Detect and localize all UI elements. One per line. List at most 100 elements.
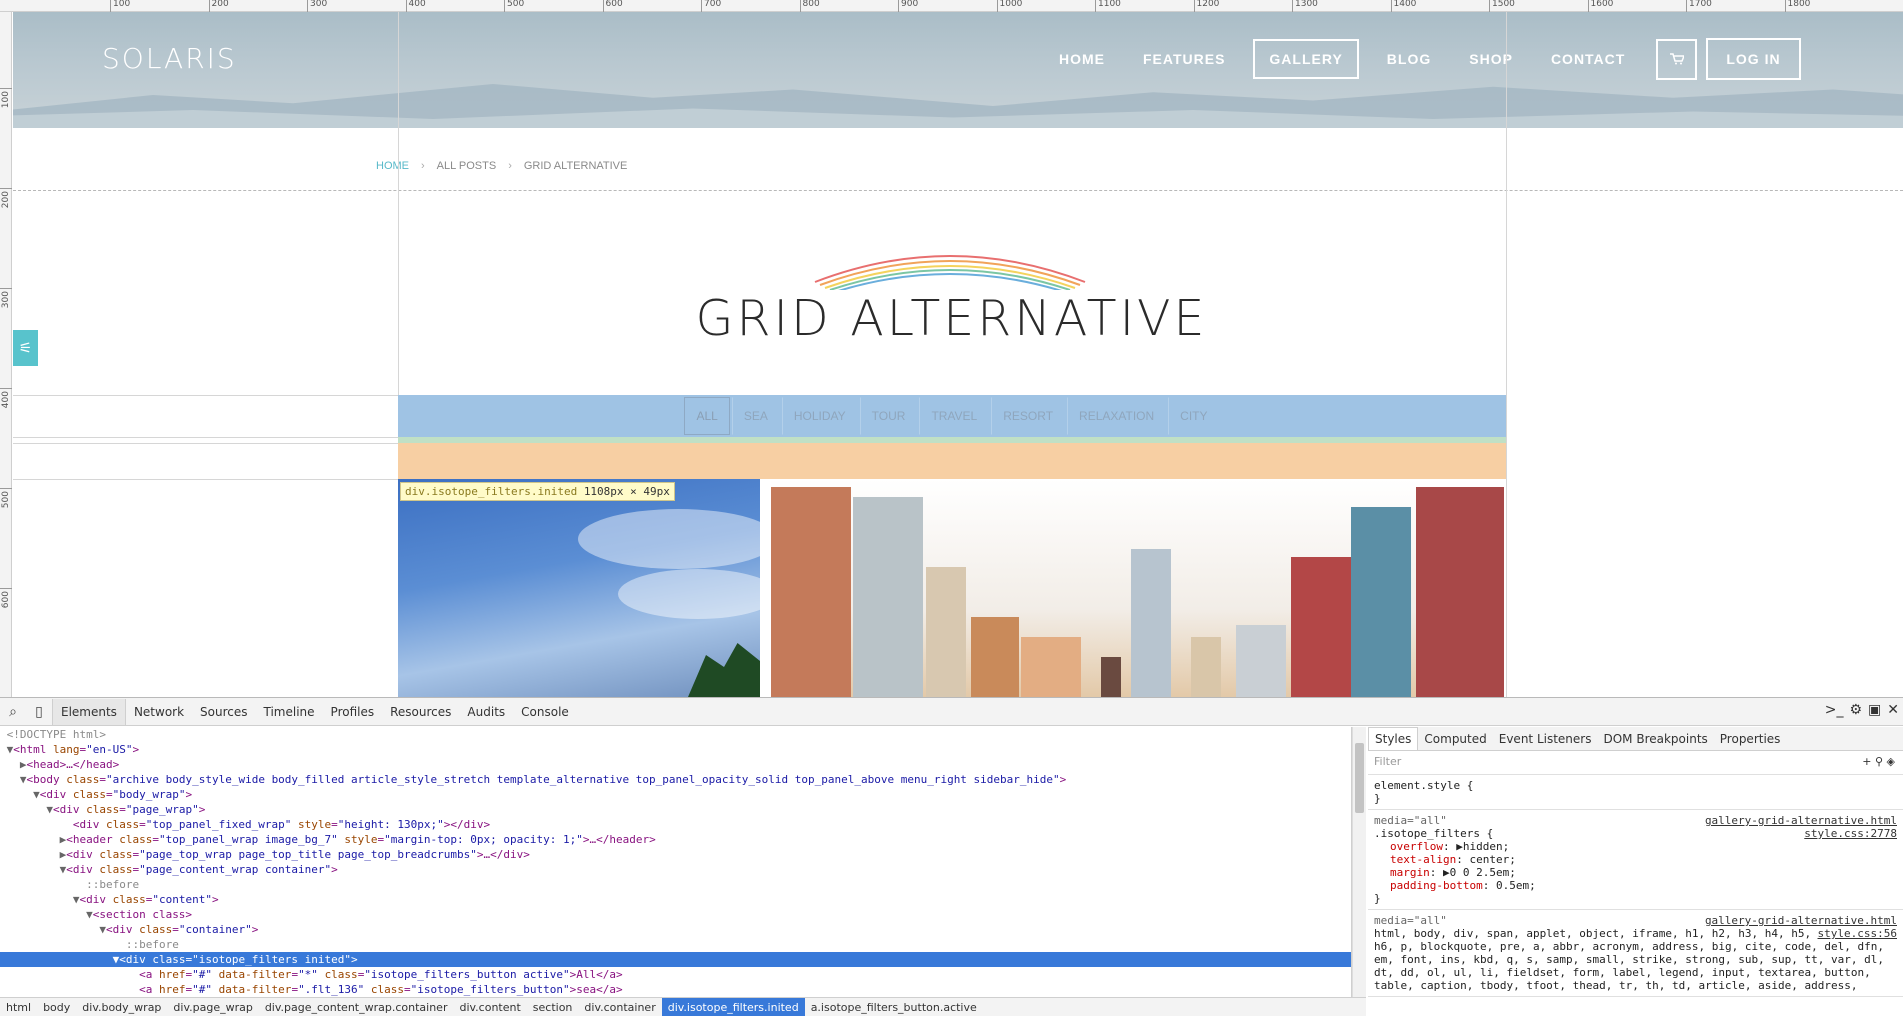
dom-node[interactable]: ▼<div class="page_content_wrap container… xyxy=(0,862,1351,877)
css-property[interactable]: padding-bottom: 0.5em; xyxy=(1374,879,1897,892)
rule-source[interactable]: gallery-grid-alternative.html style.css:… xyxy=(1705,814,1897,840)
ruler-tick: 900 xyxy=(898,0,918,12)
dom-node[interactable]: ▶<div class="page_top_wrap page_top_titl… xyxy=(0,847,1351,862)
dom-node[interactable]: ::before xyxy=(0,937,1351,952)
dock-icon[interactable]: ▣ xyxy=(1868,702,1881,718)
filter-relaxation[interactable]: RELAXATION xyxy=(1067,397,1166,435)
dom-breadcrumb-item[interactable]: div.page_content_wrap.container xyxy=(259,998,454,1016)
dom-node[interactable]: ▼<section class> xyxy=(0,907,1351,922)
breadcrumb-current: GRID ALTERNATIVE xyxy=(523,160,628,172)
guide-dashed-line xyxy=(13,190,1903,191)
dom-breadcrumb-item[interactable]: html xyxy=(0,998,37,1016)
dom-breadcrumb-item[interactable]: section xyxy=(527,998,579,1016)
isotope-filters: ALL SEA HOLIDAY TOUR TRAVEL RESORT RELAX… xyxy=(398,395,1506,437)
dom-node[interactable]: <!DOCTYPE html> xyxy=(0,727,1351,742)
dom-breadcrumb-item[interactable]: div.content xyxy=(453,998,526,1016)
gallery-image-sea[interactable] xyxy=(398,479,760,697)
filter-travel[interactable]: TRAVEL xyxy=(919,397,989,435)
ruler-top: 100 200 300 400 500 600 700 800 900 1000 1100 1200 1… xyxy=(0,0,1903,12)
pin-icon[interactable]: ⚲ xyxy=(1875,755,1883,768)
filter-tour[interactable]: TOUR xyxy=(859,397,918,435)
styles-tabs: Styles Computed Event Listeners DOM Brea… xyxy=(1368,727,1903,751)
page-viewport: 100 200 300 400 500 600 700 800 900 1000 1100 1200 1… xyxy=(0,0,1903,697)
breadcrumb-home[interactable]: HOME xyxy=(376,160,409,172)
dom-node[interactable]: ▼<div class="content"> xyxy=(0,892,1351,907)
tab-audits[interactable]: Audits xyxy=(459,699,513,725)
css-property[interactable]: text-align: center; xyxy=(1374,853,1897,866)
rule-source[interactable]: gallery-grid-alternative.html style.css:… xyxy=(1705,914,1897,940)
nav-gallery[interactable]: GALLERY xyxy=(1253,39,1359,79)
dom-node[interactable]: <div class="top_panel_fixed_wrap" style=… xyxy=(0,817,1351,832)
dom-breadcrumb-item[interactable]: body xyxy=(37,998,76,1016)
console-drawer-icon[interactable]: >_ xyxy=(1825,702,1844,718)
filter-all[interactable]: ALL xyxy=(684,397,730,435)
dom-breadcrumb-item[interactable]: a.isotope_filters_button.active xyxy=(805,998,983,1016)
nav-features[interactable]: FEATURES xyxy=(1143,51,1225,67)
dom-node[interactable]: ▼<div class="page_wrap"> xyxy=(0,802,1351,817)
dom-breadcrumb-item[interactable]: div.body_wrap xyxy=(76,998,167,1016)
ruler-tick: 1800 xyxy=(1784,0,1810,12)
dom-node[interactable]: <a href="#" data-filter=".flt_136" class… xyxy=(0,982,1351,997)
login-button[interactable]: LOG IN xyxy=(1706,38,1801,80)
add-rule-icon[interactable]: + xyxy=(1862,755,1871,768)
dom-node[interactable]: ▼<div class="container"> xyxy=(0,922,1351,937)
devtools-tabbar: ⌕ ▯ Elements Network Sources Timeline Pr… xyxy=(0,698,1903,726)
filter-sea[interactable]: SEA xyxy=(731,397,780,435)
dom-node[interactable]: ▶<head>…</head> xyxy=(0,757,1351,772)
filter-city[interactable]: CITY xyxy=(1168,397,1219,435)
rule-selector: h6, p, blockquote, pre, a, abbr, acronym… xyxy=(1374,940,1884,953)
page-title: GRID ALTERNATIVE xyxy=(695,290,1208,347)
tab-computed[interactable]: Computed xyxy=(1418,728,1492,750)
dom-breadcrumb-item[interactable]: div.isotope_filters.inited xyxy=(661,997,805,1016)
filter-resort[interactable]: RESORT xyxy=(991,397,1065,435)
dom-node[interactable]: ▼<html lang="en-US"> xyxy=(0,742,1351,757)
dom-breadcrumb-item[interactable]: div.container xyxy=(578,998,661,1016)
dom-node[interactable]: ▼<body class="archive body_style_wide bo… xyxy=(0,772,1351,787)
color-format-icon[interactable]: ◈ xyxy=(1887,755,1895,768)
cart-button[interactable] xyxy=(1656,38,1698,80)
breadcrumb-all-posts[interactable]: ALL POSTS xyxy=(437,160,497,172)
styles-filter-input[interactable]: Filter + ⚲ ◈ xyxy=(1368,751,1903,775)
nav-contact[interactable]: CONTACT xyxy=(1551,51,1625,67)
devtools-panel: ⌕ ▯ Elements Network Sources Timeline Pr… xyxy=(0,697,1903,1016)
cart-icon xyxy=(1669,53,1684,65)
filter-holiday[interactable]: HOLIDAY xyxy=(781,397,858,435)
rule-selector: element.style { xyxy=(1374,779,1474,792)
close-icon[interactable]: ✕ xyxy=(1887,702,1899,718)
dom-node[interactable]: ▼<div class="isotope_filters inited"> xyxy=(0,952,1351,967)
tab-sources[interactable]: Sources xyxy=(192,699,255,725)
tab-resources[interactable]: Resources xyxy=(382,699,459,725)
device-mode-icon[interactable]: ▯ xyxy=(26,704,52,720)
nav-home[interactable]: HOME xyxy=(1059,51,1105,67)
tab-profiles[interactable]: Profiles xyxy=(323,699,383,725)
rule-selector: table, caption, tbody, tfoot, thead, tr,… xyxy=(1374,979,1858,992)
tab-event-listeners[interactable]: Event Listeners xyxy=(1493,728,1598,750)
dom-node[interactable]: ::before xyxy=(0,877,1351,892)
gear-icon[interactable]: ⚙ xyxy=(1849,702,1862,718)
ruler-tick: 100 xyxy=(110,0,130,12)
tab-elements[interactable]: Elements xyxy=(52,698,126,725)
dom-node[interactable]: <a href="#" data-filter="*" class="isoto… xyxy=(0,967,1351,982)
tab-styles[interactable]: Styles xyxy=(1368,727,1419,750)
tab-properties[interactable]: Properties xyxy=(1714,728,1787,750)
tab-console[interactable]: Console xyxy=(513,699,577,725)
dom-tree-scrollbar[interactable] xyxy=(1352,727,1366,997)
css-property[interactable]: margin: ▶0 0 2.5em; xyxy=(1374,866,1897,879)
chevron-right-icon: › xyxy=(508,160,512,172)
tab-dom-breakpoints[interactable]: DOM Breakpoints xyxy=(1597,728,1713,750)
tab-network[interactable]: Network xyxy=(126,699,192,725)
site-logo[interactable]: SOLARIS xyxy=(102,42,237,75)
tab-timeline[interactable]: Timeline xyxy=(256,699,323,725)
search-icon[interactable]: ⌕ xyxy=(0,704,26,720)
ruler-tick: 500 xyxy=(0,488,12,508)
nav-blog[interactable]: BLOG xyxy=(1387,51,1431,67)
ruler-tick: 400 xyxy=(405,0,426,12)
css-property[interactable]: overflow: ▶hidden; xyxy=(1374,840,1897,853)
dom-node[interactable]: ▶<header class="top_panel_wrap image_bg_… xyxy=(0,832,1351,847)
ruler-tick: 1100 xyxy=(1095,0,1121,12)
customize-widget-button[interactable]: ⚟ xyxy=(13,330,38,366)
dom-breadcrumb-item[interactable]: div.page_wrap xyxy=(167,998,258,1016)
main-navigation: HOME FEATURES GALLERY BLOG SHOP CONTACT … xyxy=(1040,38,1801,80)
gallery-image-city[interactable] xyxy=(771,479,1504,697)
dom-node[interactable]: ▼<div class="body_wrap"> xyxy=(0,787,1351,802)
